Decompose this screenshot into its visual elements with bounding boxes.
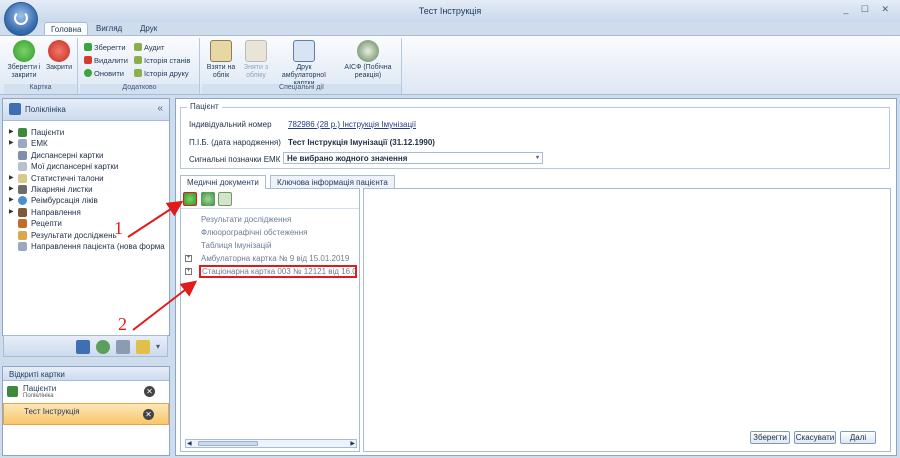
annotation-1: 1	[114, 218, 123, 238]
app-menu-button[interactable]	[4, 2, 38, 36]
annotation-arrow-2	[132, 280, 198, 331]
annotation-2: 2	[118, 314, 127, 334]
app-window: Тест Інструкція _ ☐ ✕ Головна Вигляд Дру…	[0, 0, 900, 458]
tab-medical-documents[interactable]: Медичні документи	[180, 175, 266, 189]
annotation-overlay	[127, 200, 198, 331]
annotation-arrow-1	[127, 200, 184, 238]
power-icon	[14, 11, 28, 25]
